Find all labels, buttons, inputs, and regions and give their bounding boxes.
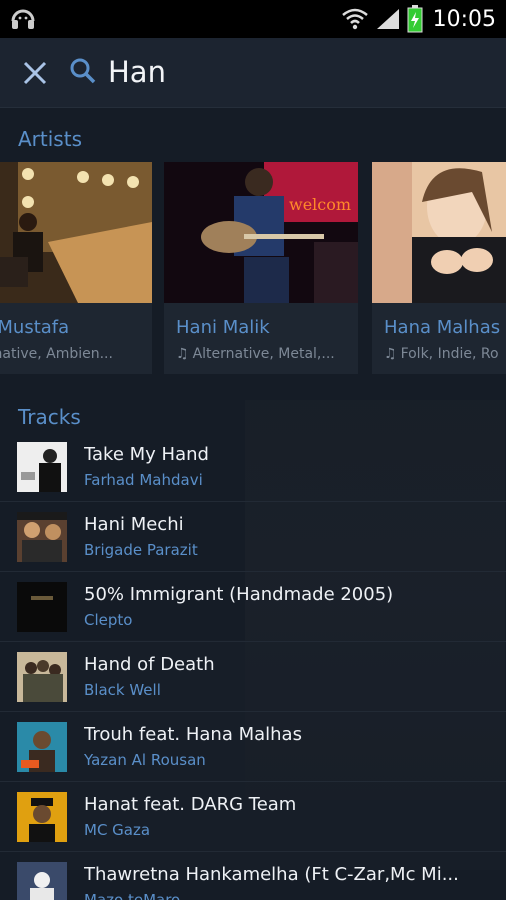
- track-row[interactable]: Trouh feat. Hana Malhas Yazan Al Rousan: [0, 712, 506, 782]
- artists-carousel[interactable]: ay Mustafa lternative, Ambien... welcom …: [0, 162, 506, 377]
- battery-icon: [407, 5, 423, 33]
- track-thumbnail: [17, 792, 67, 842]
- track-thumbnail: [17, 862, 67, 900]
- artist-photo: [372, 162, 506, 303]
- search-bar: Han: [0, 38, 506, 108]
- music-note-icon: ♫: [384, 346, 397, 362]
- artist-card[interactable]: welcom Hani Malik ♫ Alternative, Metal,..…: [164, 162, 358, 374]
- track-artist: Black Well: [84, 681, 161, 699]
- track-row[interactable]: Hani Mechi Brigade Parazit: [0, 502, 506, 572]
- search-icon: [70, 58, 96, 84]
- track-artist: Mazo teMaro: [84, 891, 181, 900]
- signal-icon: [376, 9, 399, 29]
- track-row[interactable]: 50% Immigrant (Handmade 2005) Clepto: [0, 572, 506, 642]
- artist-photo: welcom: [164, 162, 358, 303]
- track-artist: Brigade Parazit: [84, 541, 198, 559]
- track-row[interactable]: Thawretna Hankamelha (Ft C-Zar,Mc Mi... …: [0, 852, 506, 900]
- wifi-icon: [341, 8, 368, 30]
- artist-genre: lternative, Ambien...: [0, 346, 113, 362]
- track-thumbnail: [17, 442, 67, 492]
- track-artist: Clepto: [84, 611, 133, 629]
- track-title: Hani Mechi: [84, 514, 184, 535]
- track-title: 50% Immigrant (Handmade 2005): [84, 584, 394, 605]
- artist-photo: [0, 162, 152, 303]
- artist-genre: ♫ Folk, Indie, Ro: [384, 346, 499, 362]
- track-thumbnail: [17, 512, 67, 562]
- track-artist: Farhad Mahdavi: [84, 471, 203, 489]
- artist-card[interactable]: Hana Malhas ♫ Folk, Indie, Ro: [372, 162, 506, 374]
- search-input[interactable]: Han: [108, 52, 488, 92]
- tracks-heading: Tracks: [18, 405, 81, 429]
- close-icon[interactable]: [18, 56, 52, 90]
- track-thumbnail: [17, 722, 67, 772]
- artist-genre: ♫ Alternative, Metal,...: [176, 346, 335, 362]
- track-row[interactable]: Hand of Death Black Well: [0, 642, 506, 712]
- svg-text:welcom: welcom: [289, 195, 351, 214]
- track-thumbnail: [17, 652, 67, 702]
- artist-name: Hani Malik: [176, 317, 270, 338]
- headphones-app-icon: [11, 9, 35, 29]
- track-title: Trouh feat. Hana Malhas: [84, 724, 302, 745]
- artist-name: Hana Malhas: [384, 317, 501, 338]
- music-note-icon: ♫: [176, 346, 189, 362]
- track-title: Thawretna Hankamelha (Ft C-Zar,Mc Mi...: [84, 864, 459, 885]
- track-artist: Yazan Al Rousan: [84, 751, 206, 769]
- status-bar: 10:05: [0, 0, 506, 38]
- artist-card[interactable]: ay Mustafa lternative, Ambien...: [0, 162, 152, 374]
- status-time: 10:05: [432, 6, 496, 32]
- artists-heading: Artists: [18, 127, 82, 151]
- track-row[interactable]: Take My Hand Farhad Mahdavi: [0, 432, 506, 502]
- track-title: Take My Hand: [84, 444, 209, 465]
- artist-name: ay Mustafa: [0, 317, 70, 338]
- track-row[interactable]: Hanat feat. DARG Team MC Gaza: [0, 782, 506, 852]
- track-artist: MC Gaza: [84, 821, 151, 839]
- track-thumbnail: [17, 582, 67, 632]
- track-title: Hand of Death: [84, 654, 215, 675]
- track-title: Hanat feat. DARG Team: [84, 794, 297, 815]
